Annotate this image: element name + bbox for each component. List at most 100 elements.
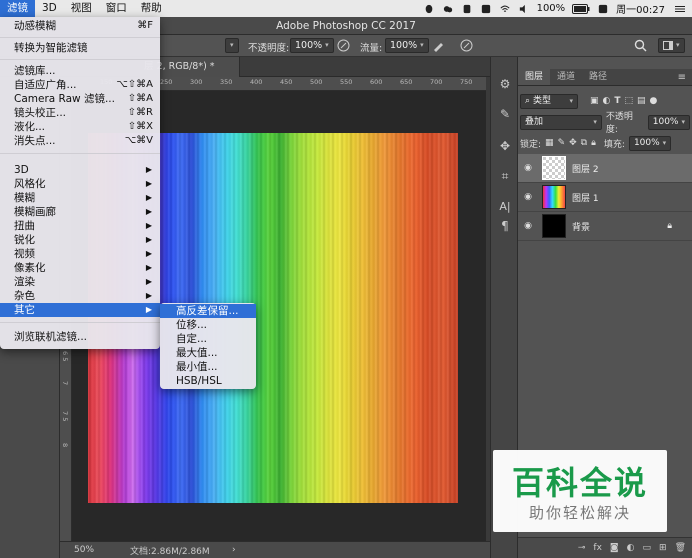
category-noise-item[interactable]: 杂色 ▶ bbox=[0, 289, 160, 303]
lock-image-icon[interactable]: ✎ bbox=[558, 138, 566, 148]
document-info[interactable]: 文档:2.86M/2.86M bbox=[130, 544, 210, 557]
lock-transparent-icon[interactable]: ▦ bbox=[545, 138, 554, 148]
flow-field[interactable]: 100% ▾ bbox=[385, 38, 429, 53]
new-adjustment-icon[interactable]: ◐ bbox=[627, 543, 635, 553]
category-render-item[interactable]: 渲染 ▶ bbox=[0, 275, 160, 289]
opacity-label: 不透明度: bbox=[248, 43, 290, 54]
category-pixelate-item[interactable]: 像素化 ▶ bbox=[0, 261, 160, 275]
filter-type-icon[interactable]: T bbox=[614, 96, 620, 106]
minimum-item[interactable]: 最小值... bbox=[160, 360, 256, 374]
category-video-item[interactable]: 视频 ▶ bbox=[0, 247, 160, 261]
ruler-tick: 400 bbox=[250, 78, 263, 86]
airbrush-icon[interactable] bbox=[432, 39, 445, 52]
clock[interactable]: 周一00:27 bbox=[616, 1, 665, 16]
chevron-down-icon: ▾ bbox=[676, 41, 680, 49]
visibility-eye-icon[interactable]: ◉ bbox=[518, 163, 538, 173]
opacity-field[interactable]: 100% ▾ bbox=[290, 38, 334, 53]
tab-layers[interactable]: 图层 bbox=[518, 69, 551, 85]
menu-3d[interactable]: 3D bbox=[35, 0, 64, 17]
filter-pixel-icon[interactable]: ▣ bbox=[590, 96, 599, 106]
wifi-icon[interactable] bbox=[499, 4, 511, 14]
blend-mode-dropdown[interactable]: 叠加 ▾ bbox=[520, 114, 602, 130]
pressure-size-icon[interactable] bbox=[460, 39, 473, 52]
brush-panel-icon[interactable]: ✎ bbox=[496, 105, 514, 123]
menu-window[interactable]: 窗口 bbox=[99, 0, 134, 17]
shortcut: ⌥⇧⌘A bbox=[116, 79, 153, 90]
panel-menu-icon[interactable]: ≡ bbox=[678, 69, 692, 85]
tab-paths[interactable]: 路径 bbox=[582, 69, 614, 85]
color-sampler-panel-icon[interactable]: ⚙ bbox=[496, 75, 514, 93]
filter-adjustment-icon[interactable]: ◐ bbox=[603, 96, 611, 106]
adaptive-wide-angle-item[interactable]: 自适应广角... ⌥⇧⌘A bbox=[0, 78, 160, 92]
fill-value: 100% bbox=[633, 137, 660, 148]
lock-all-icon[interactable]: 🔒︎ bbox=[591, 138, 596, 148]
link-layers-icon[interactable]: ⊸ bbox=[578, 543, 586, 553]
volume-icon[interactable] bbox=[518, 4, 530, 14]
new-group-icon[interactable]: ▭ bbox=[643, 543, 652, 553]
delete-layer-icon[interactable]: 🗑︎ bbox=[675, 543, 686, 553]
panel-tabs: 图层 通道 路径 ≡ bbox=[518, 69, 692, 86]
category-blur-gallery-item[interactable]: 模糊画廊 ▶ bbox=[0, 205, 160, 219]
custom-item[interactable]: 自定... bbox=[160, 332, 256, 346]
mode-dropdown[interactable]: ▾ bbox=[225, 38, 239, 53]
workspace-dropdown[interactable]: ▾ bbox=[658, 38, 685, 53]
category-3d-item[interactable]: 3D ▶ bbox=[0, 163, 160, 177]
s-app-icon[interactable] bbox=[597, 4, 609, 14]
menu-view[interactable]: 视图 bbox=[64, 0, 99, 17]
vanishing-point-item[interactable]: 消失点... ⌥⌘V bbox=[0, 134, 160, 148]
search-icon[interactable] bbox=[634, 39, 647, 52]
mac-menubar: 滤镜 3D 视图 窗口 帮助 100% 周一00:27 bbox=[0, 0, 692, 17]
category-blur-item[interactable]: 模糊 ▶ bbox=[0, 191, 160, 205]
convert-smart-filter-item[interactable]: 转换为智能滤镜 bbox=[0, 41, 160, 55]
visibility-eye-icon[interactable]: ◉ bbox=[518, 221, 538, 231]
high-pass-item[interactable]: 高反差保留... bbox=[160, 304, 256, 318]
crop-icon[interactable]: ⌗ bbox=[496, 167, 514, 185]
layer-opacity-field[interactable]: 100% ▾ bbox=[647, 114, 690, 130]
zoom-level[interactable]: 50% bbox=[74, 545, 94, 555]
offset-item[interactable]: 位移... bbox=[160, 318, 256, 332]
character-panel-icon[interactable]: A| bbox=[496, 197, 514, 215]
layer-row-layer-1[interactable]: ◉ 图层 1 bbox=[518, 183, 692, 212]
layer-row-layer-2[interactable]: ◉ 图层 2 bbox=[518, 154, 692, 183]
filter-kind-dropdown[interactable]: ⌕ 类型 ▾ bbox=[520, 93, 578, 109]
fill-field[interactable]: 100% ▾ bbox=[628, 135, 672, 151]
filter-shape-icon[interactable]: ⬚ bbox=[625, 96, 634, 106]
menu-filter[interactable]: 滤镜 bbox=[0, 0, 35, 17]
menu-item-label: 像素化 bbox=[14, 262, 46, 274]
category-sharpen-item[interactable]: 锐化 ▶ bbox=[0, 233, 160, 247]
filter-toggle-icon[interactable]: ● bbox=[650, 96, 658, 106]
chevron-right-icon[interactable]: › bbox=[232, 545, 236, 555]
evernote-icon[interactable] bbox=[461, 4, 473, 14]
pressure-opacity-icon[interactable] bbox=[337, 39, 350, 52]
submenu-arrow-icon: ▶ bbox=[145, 291, 152, 300]
last-filter-item[interactable]: 动感模糊 ⌘F bbox=[0, 19, 160, 33]
add-mask-icon[interactable]: ◙ bbox=[610, 543, 619, 553]
hsb-hsl-item[interactable]: HSB/HSL bbox=[160, 374, 256, 388]
layer-name: 图层 1 bbox=[572, 193, 599, 204]
category-stylize-item[interactable]: 风格化 ▶ bbox=[0, 177, 160, 191]
menu-help[interactable]: 帮助 bbox=[134, 0, 169, 17]
clone-source-panel-icon[interactable]: ✥ bbox=[496, 137, 514, 155]
visibility-eye-icon[interactable]: ◉ bbox=[518, 192, 538, 202]
tab-channels[interactable]: 通道 bbox=[550, 69, 582, 85]
lens-correction-item[interactable]: 镜头校正... ⇧⌘R bbox=[0, 106, 160, 120]
battery-icon[interactable] bbox=[572, 3, 590, 14]
filter-smart-object-icon[interactable]: ▤ bbox=[637, 96, 646, 106]
qq-icon[interactable] bbox=[423, 4, 435, 14]
new-layer-icon[interactable]: ⊞ bbox=[659, 543, 667, 553]
liquify-item[interactable]: 液化... ⇧⌘X bbox=[0, 120, 160, 134]
notification-center-icon[interactable] bbox=[672, 4, 688, 14]
paragraph-panel-icon[interactable]: ¶ bbox=[496, 217, 514, 235]
filter-gallery-item[interactable]: 滤镜库... bbox=[0, 64, 160, 78]
input-method-icon[interactable] bbox=[480, 4, 492, 14]
wechat-icon[interactable] bbox=[442, 4, 454, 14]
category-distort-item[interactable]: 扭曲 ▶ bbox=[0, 219, 160, 233]
layer-row-background[interactable]: ◉ 背景 🔒︎ bbox=[518, 212, 692, 241]
lock-artboard-icon[interactable]: ⧉ bbox=[581, 138, 587, 148]
layer-style-icon[interactable]: fx bbox=[593, 543, 602, 553]
browse-filters-online-item[interactable]: 浏览联机滤镜... bbox=[0, 330, 160, 344]
lock-position-icon[interactable]: ✥ bbox=[569, 138, 577, 148]
category-other-item[interactable]: 其它 ▶ bbox=[0, 303, 160, 317]
maximum-item[interactable]: 最大值... bbox=[160, 346, 256, 360]
camera-raw-filter-item[interactable]: Camera Raw 滤镜... ⇧⌘A bbox=[0, 92, 160, 106]
